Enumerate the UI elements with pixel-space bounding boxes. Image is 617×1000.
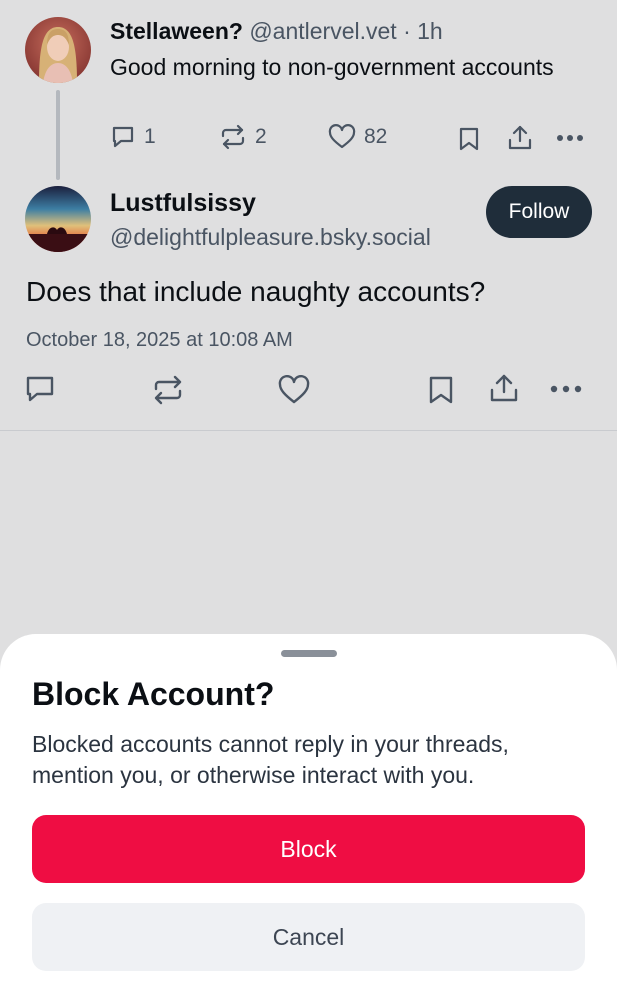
main-repost-button[interactable]	[152, 375, 184, 405]
more-icon	[556, 126, 584, 150]
repost-icon	[152, 375, 184, 405]
parent-author-name[interactable]: Stellaween?	[110, 18, 243, 44]
main-author-handle[interactable]: @delightfulpleasure.bsky.social	[110, 222, 431, 252]
main-post-avatar[interactable]	[25, 186, 91, 252]
sheet-title: Block Account?	[32, 676, 275, 712]
main-more-button[interactable]	[550, 377, 582, 401]
parent-post[interactable]: Stellaween? @antlervel.vet · 1h Good mor…	[0, 0, 617, 180]
main-bookmark-button[interactable]	[428, 375, 454, 405]
reply-count: 1	[144, 125, 156, 148]
main-share-button[interactable]	[489, 372, 519, 404]
parent-author-handle[interactable]: @antlervel.vet	[249, 18, 396, 44]
like-icon	[328, 124, 356, 150]
thread-connector-line	[56, 90, 60, 180]
like-icon	[278, 375, 310, 405]
block-account-sheet: Block Account? Blocked accounts cannot r…	[0, 634, 617, 1000]
more-icon	[550, 377, 582, 401]
share-icon	[489, 372, 519, 404]
parent-repost-button[interactable]: 2	[219, 124, 267, 150]
main-post-text: Does that include naughty accounts?	[26, 276, 486, 307]
parent-bookmark-button[interactable]	[458, 126, 480, 152]
reply-icon	[110, 124, 136, 150]
main-like-button[interactable]	[278, 375, 310, 405]
bookmark-icon	[428, 375, 454, 405]
like-count: 82	[364, 125, 388, 148]
parent-post-header: Stellaween? @antlervel.vet · 1h	[110, 16, 443, 46]
parent-like-button[interactable]: 82	[328, 124, 387, 150]
parent-post-time: 1h	[417, 18, 443, 44]
reply-icon	[25, 374, 55, 404]
parent-reply-button[interactable]: 1	[110, 124, 156, 150]
cancel-button[interactable]: Cancel	[32, 903, 585, 971]
parent-post-text: Good morning to non-government accounts	[110, 54, 554, 80]
sheet-description: Blocked accounts cannot reply in your th…	[32, 731, 509, 788]
follow-button[interactable]: Follow	[486, 186, 592, 238]
sheet-drag-handle[interactable]	[281, 650, 337, 657]
parent-share-button[interactable]	[507, 124, 533, 152]
main-author-name[interactable]: Lustfulsissy	[110, 187, 256, 219]
post-thread-screen: Stellaween? @antlervel.vet · 1h Good mor…	[0, 0, 617, 1000]
repost-count: 2	[255, 125, 267, 148]
bookmark-icon	[458, 126, 480, 152]
block-button[interactable]: Block	[32, 815, 585, 883]
post-divider	[0, 430, 617, 431]
parent-more-button[interactable]	[556, 126, 584, 150]
main-post-timestamp: October 18, 2025 at 10:08 AM	[26, 329, 293, 351]
share-icon	[507, 124, 533, 152]
parent-post-avatar[interactable]	[25, 17, 91, 83]
main-reply-button[interactable]	[25, 374, 55, 404]
repost-icon	[219, 124, 247, 150]
header-separator: ·	[403, 18, 411, 44]
